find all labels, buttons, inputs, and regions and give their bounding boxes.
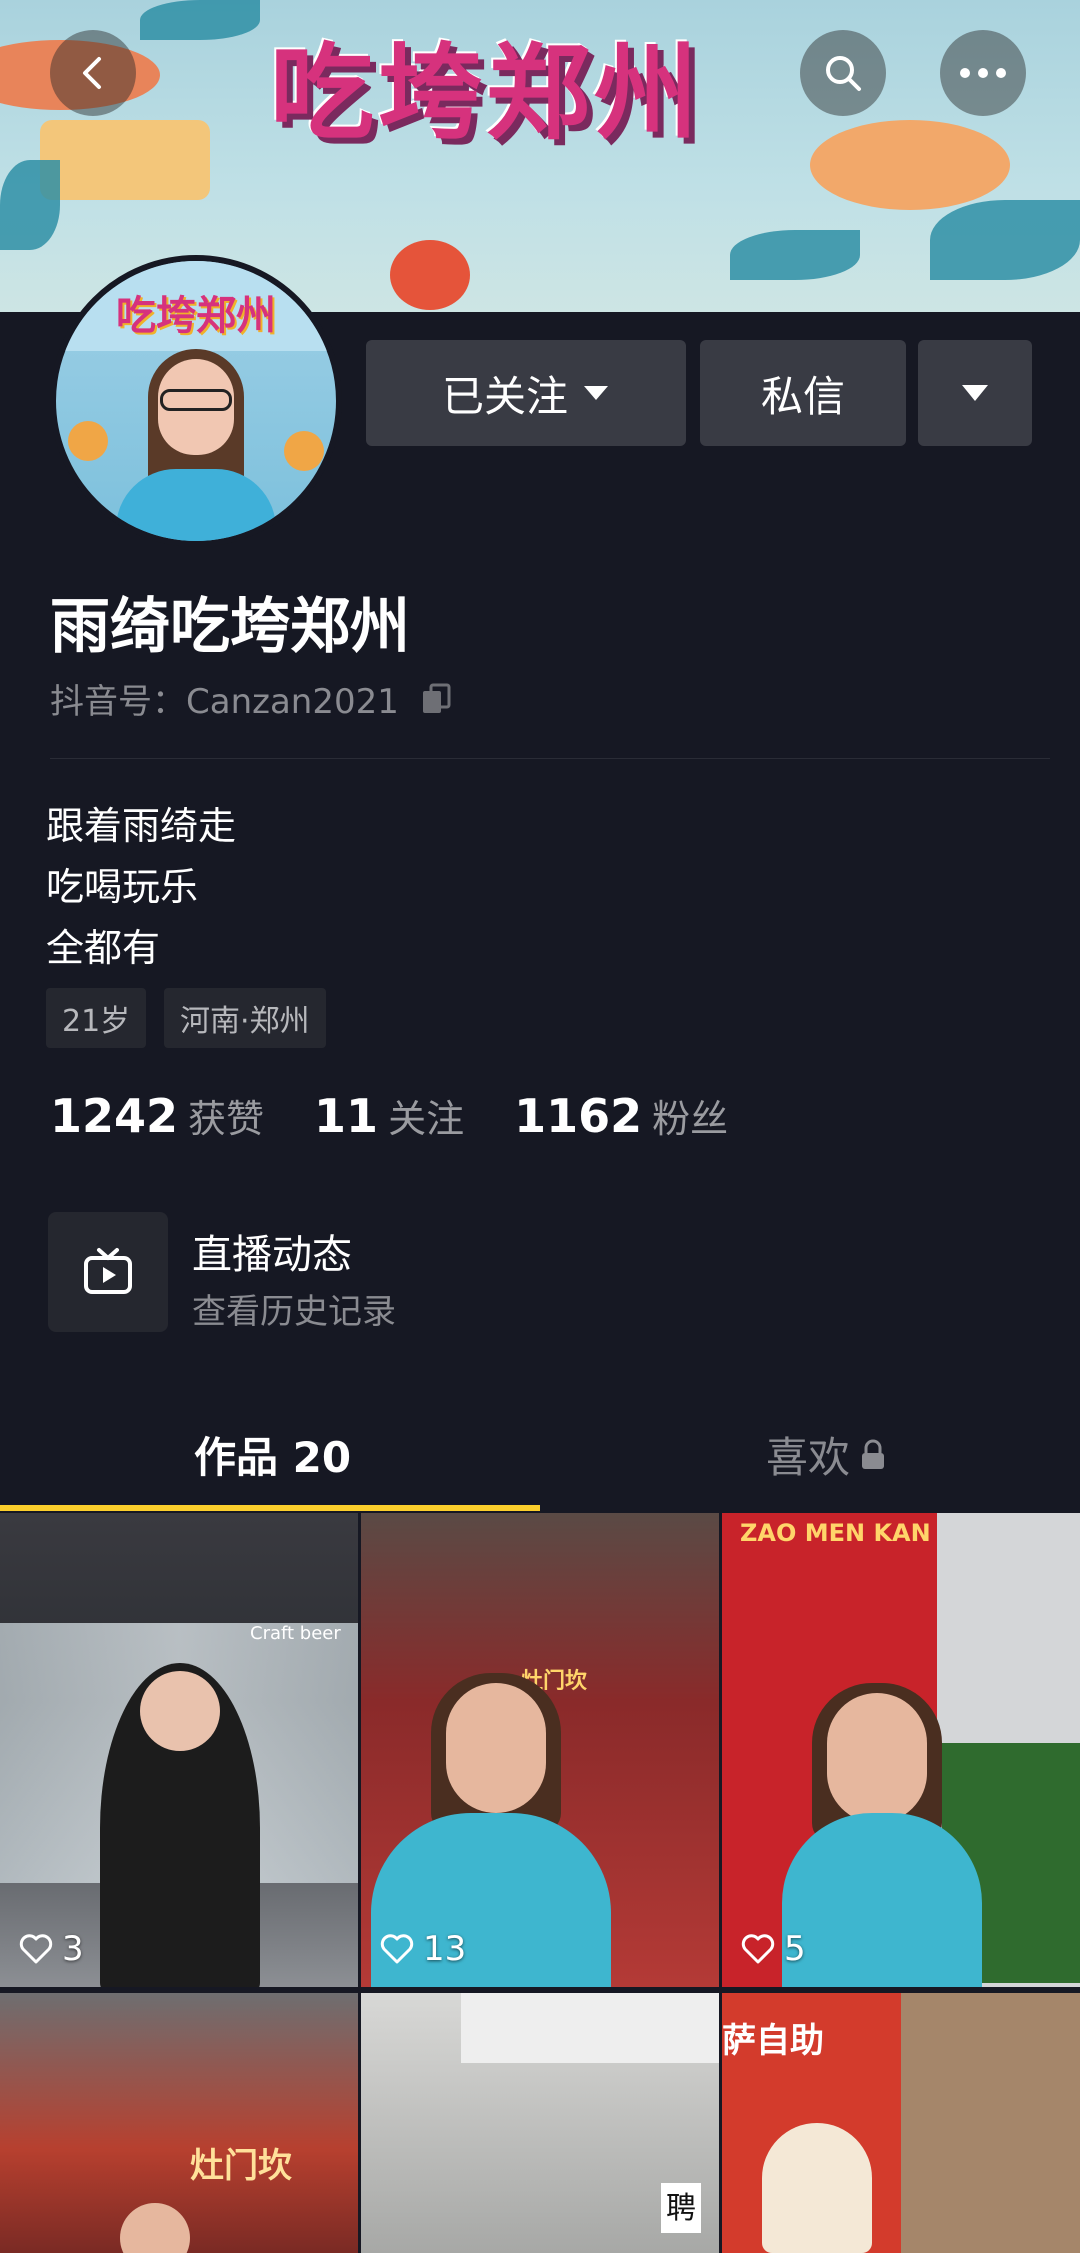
more-actions-button[interactable] [918,340,1032,446]
profile-bio: 跟着雨绮走 吃喝玩乐 全都有 [46,796,236,979]
banner-decor [810,120,1010,210]
avatar-title: 吃垮郑州 [116,293,276,339]
banner-decor [0,160,60,250]
person-face [120,2203,190,2253]
profile-name: 雨绮吃垮郑州 [50,592,410,662]
stat-following[interactable]: 11 关注 [314,1088,464,1143]
avatar-shirt [116,469,276,541]
stats-row: 1242 获赞 11 关注 1162 粉丝 [50,1088,728,1143]
live-tv-icon [84,1248,132,1294]
likes-count: 13 [423,1929,467,1969]
location-tag: 河南·郑州 [164,988,326,1048]
video-sign: Craft beer [250,1623,341,1644]
search-icon [826,56,861,91]
person-face [827,1693,927,1823]
live-subtitle: 查看历史记录 [192,1292,396,1332]
search-button[interactable] [800,30,886,116]
stat-number: 1162 [514,1089,643,1143]
live-history-button[interactable] [48,1212,168,1332]
bio-line: 全都有 [46,926,161,970]
likes-count: 5 [784,1929,806,1969]
video-thumbnail[interactable]: 聘 [361,1993,719,2253]
bio-line: 吃喝玩乐 [46,865,199,909]
video-likes: 5 [740,1929,806,1969]
tab-works[interactable]: 作品 20 [194,1424,351,1485]
douyin-id: 抖音号：Canzan2021 [50,682,399,722]
age-tag: 21岁 [46,988,147,1048]
stat-number: 11 [314,1089,379,1143]
more-icon [960,68,1006,78]
mascot [762,2123,872,2253]
following-button[interactable]: 已关注 [366,340,686,446]
stat-label: 粉丝 [652,1097,729,1141]
avatar[interactable]: 吃垮郑州 [50,255,342,547]
heart-icon [380,1934,414,1964]
video-sign: ZAO MEN KAN [740,1519,931,1547]
video-thumbnail[interactable]: Craft beer 3 [0,1513,358,1987]
live-title[interactable]: 直播动态 [192,1222,352,1280]
triangle-down-icon [962,385,988,401]
avatar-decor [284,431,324,471]
person-face [140,1671,220,1751]
lock-icon [862,1439,885,1469]
stat-number: 1242 [50,1089,179,1143]
video-likes: 13 [379,1929,466,1969]
heart-icon [741,1934,775,1964]
bio-line: 跟着雨绮走 [46,804,237,848]
avatar-decor [68,421,108,461]
video-sign: 聘 [661,2183,701,2233]
copy-icon[interactable] [419,681,455,717]
avatar-glasses [160,389,232,411]
video-sign: 萨自助 [722,2021,824,2061]
back-arrow-icon [83,57,101,89]
likes-count: 3 [62,1929,84,1969]
stat-followers[interactable]: 1162 粉丝 [514,1088,728,1143]
video-thumbnail[interactable]: 萨自助 [722,1993,1080,2253]
message-label: 私信 [760,371,845,421]
tab-indicator [0,1505,540,1511]
tab-likes[interactable]: 喜欢 [766,1424,886,1485]
video-likes: 3 [18,1929,84,1969]
chevron-down-icon [584,386,608,400]
banner-decor [40,120,210,200]
message-button[interactable]: 私信 [700,340,906,446]
banner-decor [730,230,860,280]
video-sign: 灶门坎 [190,2146,292,2186]
more-button[interactable] [940,30,1026,116]
following-label: 已关注 [441,371,568,421]
divider [50,758,1050,759]
banner-decor [930,200,1080,280]
stat-label: 关注 [388,1097,465,1141]
douyin-id-row: 抖音号：Canzan2021 [50,674,455,723]
person-face [446,1683,546,1813]
banner-decor [390,240,470,310]
banner-decor [140,0,260,40]
video-thumbnail[interactable]: 灶门坎 [0,1993,358,2253]
video-thumbnail[interactable]: 灶门坎 13 [361,1513,719,1987]
person-shirt [782,1813,982,1987]
storefront-sign [461,1993,719,2063]
stat-likes[interactable]: 1242 获赞 [50,1088,264,1143]
tab-likes-label: 喜欢 [766,1433,851,1482]
back-button[interactable] [50,30,136,116]
heart-icon [19,1934,53,1964]
video-thumbnail[interactable]: ZAO MEN KAN 5 [722,1513,1080,1987]
banner-title: 吃垮郑州 [270,32,703,154]
stat-label: 获赞 [188,1097,265,1141]
